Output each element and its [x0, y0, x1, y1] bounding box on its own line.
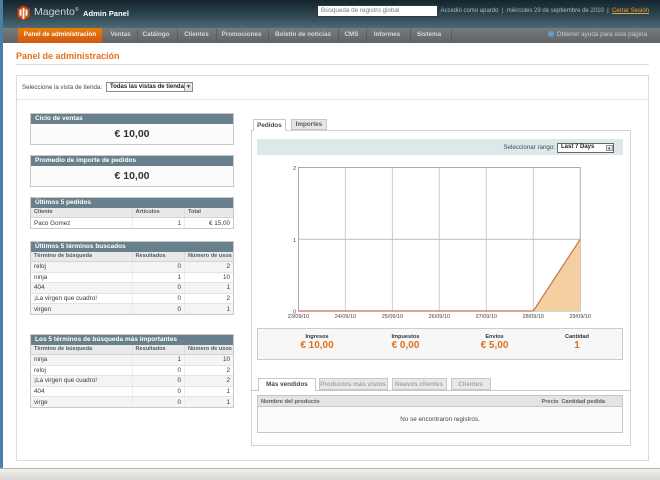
- svg-text:1: 1: [293, 238, 296, 244]
- svg-text:2: 2: [293, 166, 296, 172]
- svg-text:24/09/10: 24/09/10: [335, 314, 356, 320]
- svg-text:28/09/10: 28/09/10: [523, 314, 544, 320]
- svg-text:26/09/10: 26/09/10: [429, 314, 450, 320]
- svg-text:29/09/10: 29/09/10: [569, 314, 590, 320]
- svg-text:25/09/10: 25/09/10: [382, 314, 403, 320]
- svg-text:23/09/10: 23/09/10: [288, 314, 309, 320]
- svg-text:27/09/10: 27/09/10: [476, 314, 497, 320]
